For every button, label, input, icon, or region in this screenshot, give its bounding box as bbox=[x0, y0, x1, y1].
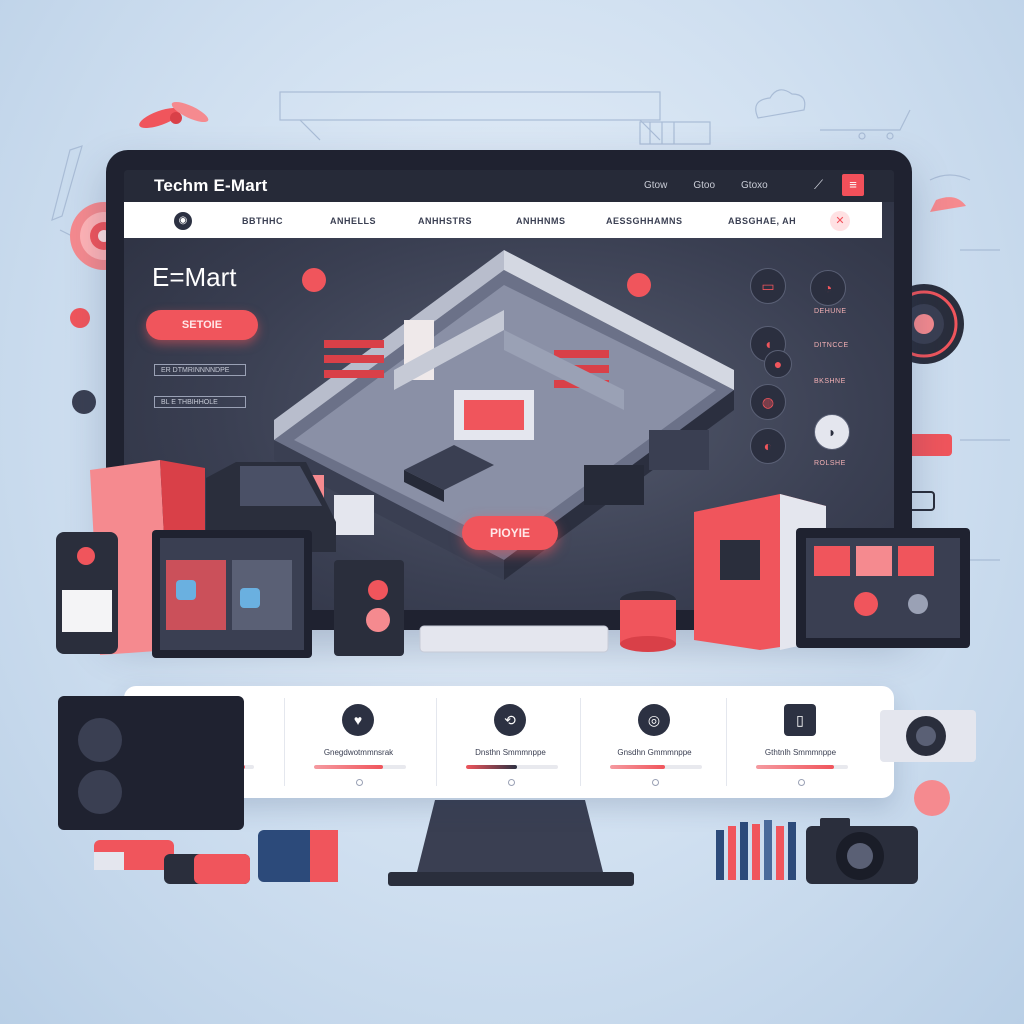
hero-text-line: ER DTMRINNNNDPE bbox=[154, 364, 246, 376]
magic-wand-icon[interactable]: ⟋ bbox=[814, 177, 830, 193]
smartphone-icon bbox=[56, 532, 118, 654]
side-label: BKSHNE bbox=[814, 378, 846, 385]
tablet-icon bbox=[152, 530, 312, 658]
hero-cta-button[interactable]: SETOIE bbox=[146, 310, 258, 340]
hero-title: E=Mart bbox=[152, 262, 237, 292]
propeller-icon bbox=[139, 101, 209, 128]
main-nav: ◉ BBTHHC ANHELLS ANHHSTRS ANHHNMS AESSGH… bbox=[124, 202, 882, 238]
power-bank-icon bbox=[258, 830, 338, 882]
display-monitor-icon bbox=[796, 528, 970, 648]
top-link[interactable]: Gtow bbox=[644, 180, 667, 191]
dot-icon bbox=[72, 390, 96, 414]
bookshelf-speaker-icon bbox=[58, 696, 244, 830]
store-logo-icon[interactable]: ◉ bbox=[174, 212, 192, 230]
top-link[interactable]: Gtoo bbox=[693, 180, 715, 191]
side-label: DITNCCE bbox=[814, 342, 849, 349]
cart-icon[interactable]: ✕ bbox=[830, 211, 850, 231]
top-link[interactable]: Gtoxo bbox=[741, 180, 768, 191]
watch-icon[interactable]: ◍ bbox=[750, 384, 786, 420]
top-links: Gtow Gtoo Gtoxo bbox=[644, 180, 768, 191]
storage-icon[interactable]: ▭ bbox=[750, 268, 786, 304]
pencils-icon bbox=[716, 820, 796, 880]
nav-item[interactable]: ANHHNMS bbox=[516, 216, 566, 226]
nav-item[interactable]: ABSGHAE, AH bbox=[728, 216, 796, 226]
speaker-icon bbox=[334, 560, 404, 656]
keyboard-icon bbox=[419, 625, 609, 653]
nav-item[interactable]: ANHELLS bbox=[330, 216, 376, 226]
hamburger-icon[interactable]: ≡ bbox=[842, 174, 864, 196]
product-showcase bbox=[56, 460, 970, 658]
smart-speaker-icon bbox=[620, 591, 676, 652]
nav-item[interactable]: ANHHSTRS bbox=[418, 216, 472, 226]
nav-item[interactable]: BBTHHC bbox=[242, 216, 283, 226]
speaker-icon[interactable]: ● bbox=[764, 350, 792, 378]
gauge-icon[interactable]: ◔ bbox=[810, 270, 846, 306]
camera-icon bbox=[806, 818, 918, 884]
top-bar: Techm E-Mart Gtow Gtoo Gtoxo ⟋ ≡ bbox=[124, 170, 894, 202]
desk-props bbox=[58, 696, 976, 884]
badge-icon bbox=[914, 780, 950, 816]
nav-item[interactable]: AESSGHHAMNS bbox=[606, 216, 683, 226]
brand-logo[interactable]: Techm E-Mart bbox=[154, 176, 268, 196]
side-label: DEHUNE bbox=[814, 308, 847, 315]
lamp-icon bbox=[930, 197, 966, 212]
battery-icon bbox=[94, 840, 250, 884]
hero-text-line: BL E THBIHHOLE bbox=[154, 396, 246, 408]
webcam-icon bbox=[880, 710, 976, 762]
pin-icon bbox=[70, 308, 90, 328]
